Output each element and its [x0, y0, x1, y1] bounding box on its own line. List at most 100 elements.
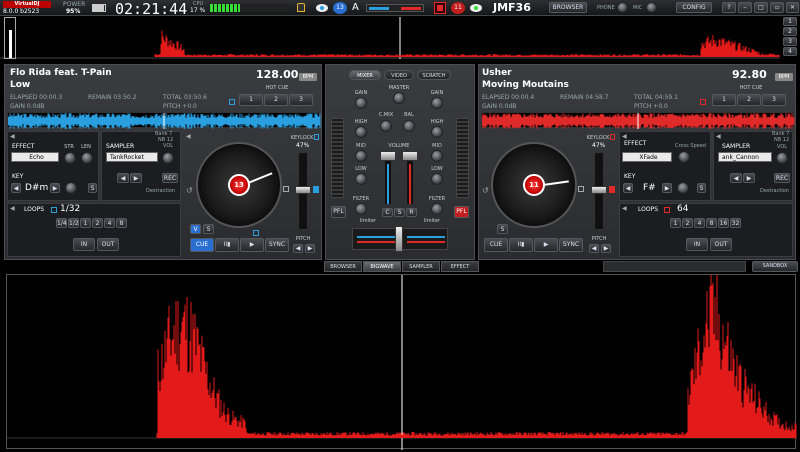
mixer-master-knob[interactable]: [393, 92, 405, 104]
deck-right-reverse-icon[interactable]: ↺: [482, 186, 489, 195]
deck-right-sampler-select[interactable]: ank_Cannon: [718, 152, 772, 162]
deck-left-v-button[interactable]: V: [190, 224, 201, 234]
deck-right-cross-speed-knob[interactable]: [678, 151, 690, 163]
deck-left-sampler-prev[interactable]: ◀: [117, 173, 129, 183]
crossfader-mini[interactable]: [366, 4, 424, 12]
mixer-bal-knob[interactable]: [403, 120, 415, 132]
deck-left-lock-bottom[interactable]: [253, 230, 259, 236]
deck-left-sync-button[interactable]: SYNC: [265, 238, 289, 252]
deck-right-effect-arrow[interactable]: ◀: [622, 133, 627, 140]
tab-scratch[interactable]: SCRATCH: [417, 70, 451, 80]
deck-right-keylock-lock[interactable]: [610, 134, 615, 140]
deck-left-position-marker[interactable]: [4, 17, 16, 59]
deck-left-cue-button[interactable]: CUE: [190, 238, 214, 252]
tab-sampler[interactable]: SAMPLER: [402, 261, 440, 272]
deck-right-pitch-reset[interactable]: [609, 186, 615, 193]
deck-right-key-s[interactable]: S: [697, 183, 706, 193]
deck-left-badge[interactable]: 13: [333, 2, 347, 14]
side-button-3[interactable]: 3: [783, 37, 797, 46]
deck-left-loop-in[interactable]: IN: [73, 238, 95, 251]
deck-left-waveform[interactable]: [7, 112, 321, 129]
deck-left-lock-small[interactable]: [283, 186, 289, 192]
tab-effect[interactable]: EFFECT: [441, 261, 479, 272]
deck-right-loop-size-5[interactable]: 16: [718, 218, 729, 228]
mixer-volume-left-fader[interactable]: [380, 151, 396, 161]
deck-right-key-down[interactable]: ◀: [623, 183, 633, 193]
mixer-low-right-knob[interactable]: [431, 173, 443, 185]
deck-right-badge[interactable]: 11: [451, 2, 465, 14]
maximize-button[interactable]: □: [754, 2, 768, 13]
deck-left-loop-size-6[interactable]: 8: [116, 218, 127, 228]
deck-left-key-s[interactable]: S: [88, 183, 97, 193]
deck-left-len-knob[interactable]: [81, 152, 93, 164]
deck-left-str-knob[interactable]: [64, 152, 76, 164]
deck-right-hotcue-1[interactable]: 1: [712, 94, 736, 106]
deck-left-pitch-up[interactable]: ▶: [305, 244, 315, 253]
deck-left-key-down[interactable]: ◀: [11, 183, 21, 193]
deck-right-rec-button[interactable]: REC: [774, 173, 790, 183]
tab-video[interactable]: VIDEO: [384, 70, 414, 80]
tab-mixer[interactable]: MIXER: [349, 70, 381, 80]
help-button[interactable]: ?: [722, 2, 736, 13]
tab-bigwave[interactable]: BIGWAVE: [363, 261, 401, 272]
deck-right-loops-lock[interactable]: [664, 207, 670, 213]
deck-right-vol-knob[interactable]: [776, 152, 788, 164]
config-button[interactable]: CONFIG: [676, 2, 712, 13]
deck-right-sync-button[interactable]: SYNC: [559, 238, 583, 252]
bigwave-view[interactable]: [6, 270, 797, 450]
deck-a-letter[interactable]: A: [352, 2, 359, 13]
deck-right-hotcue-2[interactable]: 2: [737, 94, 761, 106]
mixer-high-right-knob[interactable]: [431, 126, 443, 138]
side-button-4[interactable]: 4: [783, 47, 797, 56]
restore-button[interactable]: ▫: [770, 2, 784, 13]
deck-left-pause-button[interactable]: II▮: [215, 238, 239, 252]
deck-right-loop-size-6[interactable]: 32: [730, 218, 741, 228]
deck-right-key-up[interactable]: ▶: [662, 183, 672, 193]
phone-knob[interactable]: [617, 2, 628, 13]
deck-left-effect-arrow[interactable]: ◀: [10, 133, 15, 140]
deck-left-reverse-icon[interactable]: ↺: [186, 186, 193, 195]
deck-right-lock-icon[interactable]: [700, 99, 706, 105]
deck-left-loops-arrow[interactable]: ◀: [10, 205, 15, 212]
crossfader-cap[interactable]: [395, 226, 403, 252]
mixer-low-left-knob[interactable]: [355, 173, 367, 185]
deck-left-sampler-play[interactable]: ▶: [130, 173, 142, 183]
mixer-pfl-left[interactable]: PFL: [331, 206, 346, 218]
deck-left-bpm-label[interactable]: BPM: [299, 73, 317, 81]
eye-left-icon[interactable]: [316, 4, 328, 12]
deck-right-pause-button[interactable]: II▮: [509, 238, 533, 252]
tab-browser[interactable]: BROWSER: [324, 261, 362, 272]
deck-left-vol-knob[interactable]: [162, 152, 174, 164]
deck-left-play-button[interactable]: ▶: [240, 238, 264, 252]
deck-left-pitch-fader[interactable]: [295, 186, 311, 194]
deck-left-sampler-select[interactable]: TankRocket: [106, 152, 158, 162]
deck-left-loop-out[interactable]: OUT: [97, 238, 119, 251]
deck-right-key-knob[interactable]: [677, 182, 689, 194]
deck-right-pitch-up[interactable]: ▶: [601, 244, 611, 253]
deck-left-hotcue-2[interactable]: 2: [264, 94, 288, 106]
deck-right-sampler-arrow[interactable]: ◀: [716, 133, 721, 140]
deck-left-loops-lock[interactable]: [51, 207, 57, 213]
deck-right-waveform[interactable]: [481, 112, 795, 129]
deck-right-pitch-fader[interactable]: [591, 186, 607, 194]
lock-icon[interactable]: [297, 3, 305, 12]
deck-left-loop-size-1[interactable]: 1/4: [56, 218, 67, 228]
mixer-volume-right-fader[interactable]: [402, 151, 418, 161]
deck-right-lock-small[interactable]: [578, 186, 584, 192]
deck-right-bpm-label[interactable]: BPM: [775, 73, 793, 81]
deck-right-pitch-down[interactable]: ◀: [589, 244, 599, 253]
mixer-gain-right-knob[interactable]: [431, 97, 443, 109]
mixer-r-button[interactable]: R: [406, 208, 417, 217]
sandbox-button[interactable]: SANDBOX: [752, 261, 798, 272]
deck-left-loop-size-3[interactable]: 1: [80, 218, 91, 228]
deck-right-loop-size-1[interactable]: 1: [670, 218, 681, 228]
deck-left-rec-button[interactable]: REC: [162, 173, 178, 183]
deck-left-s-button[interactable]: S: [203, 224, 214, 234]
deck-right-loop-in[interactable]: IN: [686, 238, 708, 251]
deck-left-hotcue-1[interactable]: 1: [239, 94, 263, 106]
eye-right-icon[interactable]: [470, 4, 482, 12]
deck-left-lock-icon[interactable]: [229, 99, 235, 105]
minimize-button[interactable]: –: [738, 2, 752, 13]
deck-right-loop-size-2[interactable]: 2: [682, 218, 693, 228]
record-icon[interactable]: [434, 2, 446, 14]
